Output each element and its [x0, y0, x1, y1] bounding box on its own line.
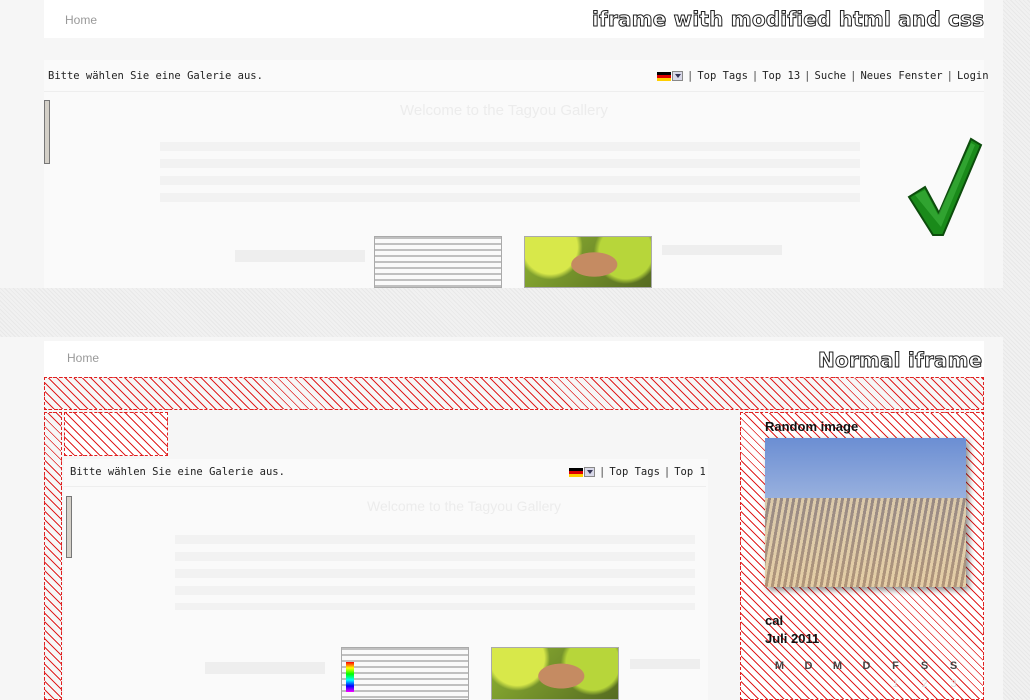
top-13-link[interactable]: Top 13: [674, 466, 705, 478]
top-thumb-screenshot[interactable]: [374, 236, 502, 288]
bottom-thumb-screenshot[interactable]: [341, 647, 469, 700]
top-frame: Home iframe with modified html and css B…: [0, 0, 1003, 288]
cal-label: cal: [765, 613, 784, 628]
bottom-side-scrollbar[interactable]: [66, 496, 72, 558]
calendar-day[interactable]: 2: [910, 678, 939, 690]
bottom-faint-label-left: [205, 662, 325, 674]
hatched-banner: [44, 377, 984, 410]
bottom-gallery-prompt: Bitte wählen Sie eine Galerie aus.: [70, 466, 285, 478]
bottom-faint-heading: Welcome to the Tagyou Gallery: [367, 498, 562, 514]
german-flag-icon[interactable]: [569, 467, 583, 477]
calendar-month: Juli 2011: [765, 631, 820, 646]
checkmark-icon: [907, 137, 983, 236]
calendar-days: 123: [881, 672, 968, 691]
weekday: M: [774, 660, 785, 672]
language-dropdown-icon[interactable]: [672, 71, 683, 81]
bottom-faint-paragraph: [175, 535, 695, 610]
bottom-toolbar: |Top Tags|Top 13: [569, 466, 705, 478]
top-faint-paragraph: [160, 142, 860, 202]
search-link[interactable]: Suche: [815, 70, 847, 82]
weekday: F: [892, 660, 899, 672]
top-tags-link[interactable]: Top Tags: [697, 70, 748, 82]
login-link[interactable]: Login: [957, 70, 989, 82]
top-faint-label-right: [662, 245, 782, 255]
top-thumb-portrait[interactable]: [524, 236, 652, 288]
top-side-scrollbar[interactable]: [44, 100, 50, 164]
top-toolbar: | Top Tags | Top 13 | Suche | Neues Fenster | Log…: [657, 70, 989, 82]
calendar-day[interactable]: 1: [881, 678, 910, 690]
top-faint-heading: Welcome to the Tagyou Gallery: [400, 102, 608, 119]
bottom-divider: [64, 486, 706, 487]
bottom-frame-title: Normal iframe: [817, 348, 983, 373]
new-window-link[interactable]: Neues Fenster: [860, 70, 942, 82]
bottom-thumb-portrait[interactable]: [491, 647, 619, 700]
random-image[interactable]: [765, 438, 966, 587]
weekday: M: [832, 660, 843, 672]
top-gallery-prompt: Bitte wählen Sie eine Galerie aus.: [48, 70, 263, 82]
calendar-day[interactable]: 3: [939, 678, 968, 690]
weekday: S: [949, 660, 958, 672]
top-faint-label-left: [235, 250, 365, 262]
bottom-faint-label-right: [630, 659, 700, 669]
hatched-small-box: [64, 412, 168, 456]
top-nav-home[interactable]: Home: [65, 13, 97, 27]
weekday: S: [920, 660, 929, 672]
german-flag-icon[interactable]: [657, 71, 671, 81]
top-frame-title: iframe with modified html and css: [591, 7, 985, 32]
calendar-weekdays: MDMDFSS: [765, 654, 968, 673]
hatched-left-column: [44, 412, 62, 700]
bottom-nav-home[interactable]: Home: [67, 351, 99, 365]
color-palette-icon: [346, 662, 354, 692]
top-divider: [44, 91, 984, 92]
top-13-link[interactable]: Top 13: [762, 70, 800, 82]
language-dropdown-icon[interactable]: [584, 467, 595, 477]
top-tags-link[interactable]: Top Tags: [609, 466, 660, 478]
bottom-frame: Home Normal iframe Bitte wählen Sie eine…: [0, 337, 1003, 700]
weekday: D: [862, 660, 871, 672]
weekday: D: [804, 660, 813, 672]
random-image-heading: Random image: [765, 419, 859, 434]
